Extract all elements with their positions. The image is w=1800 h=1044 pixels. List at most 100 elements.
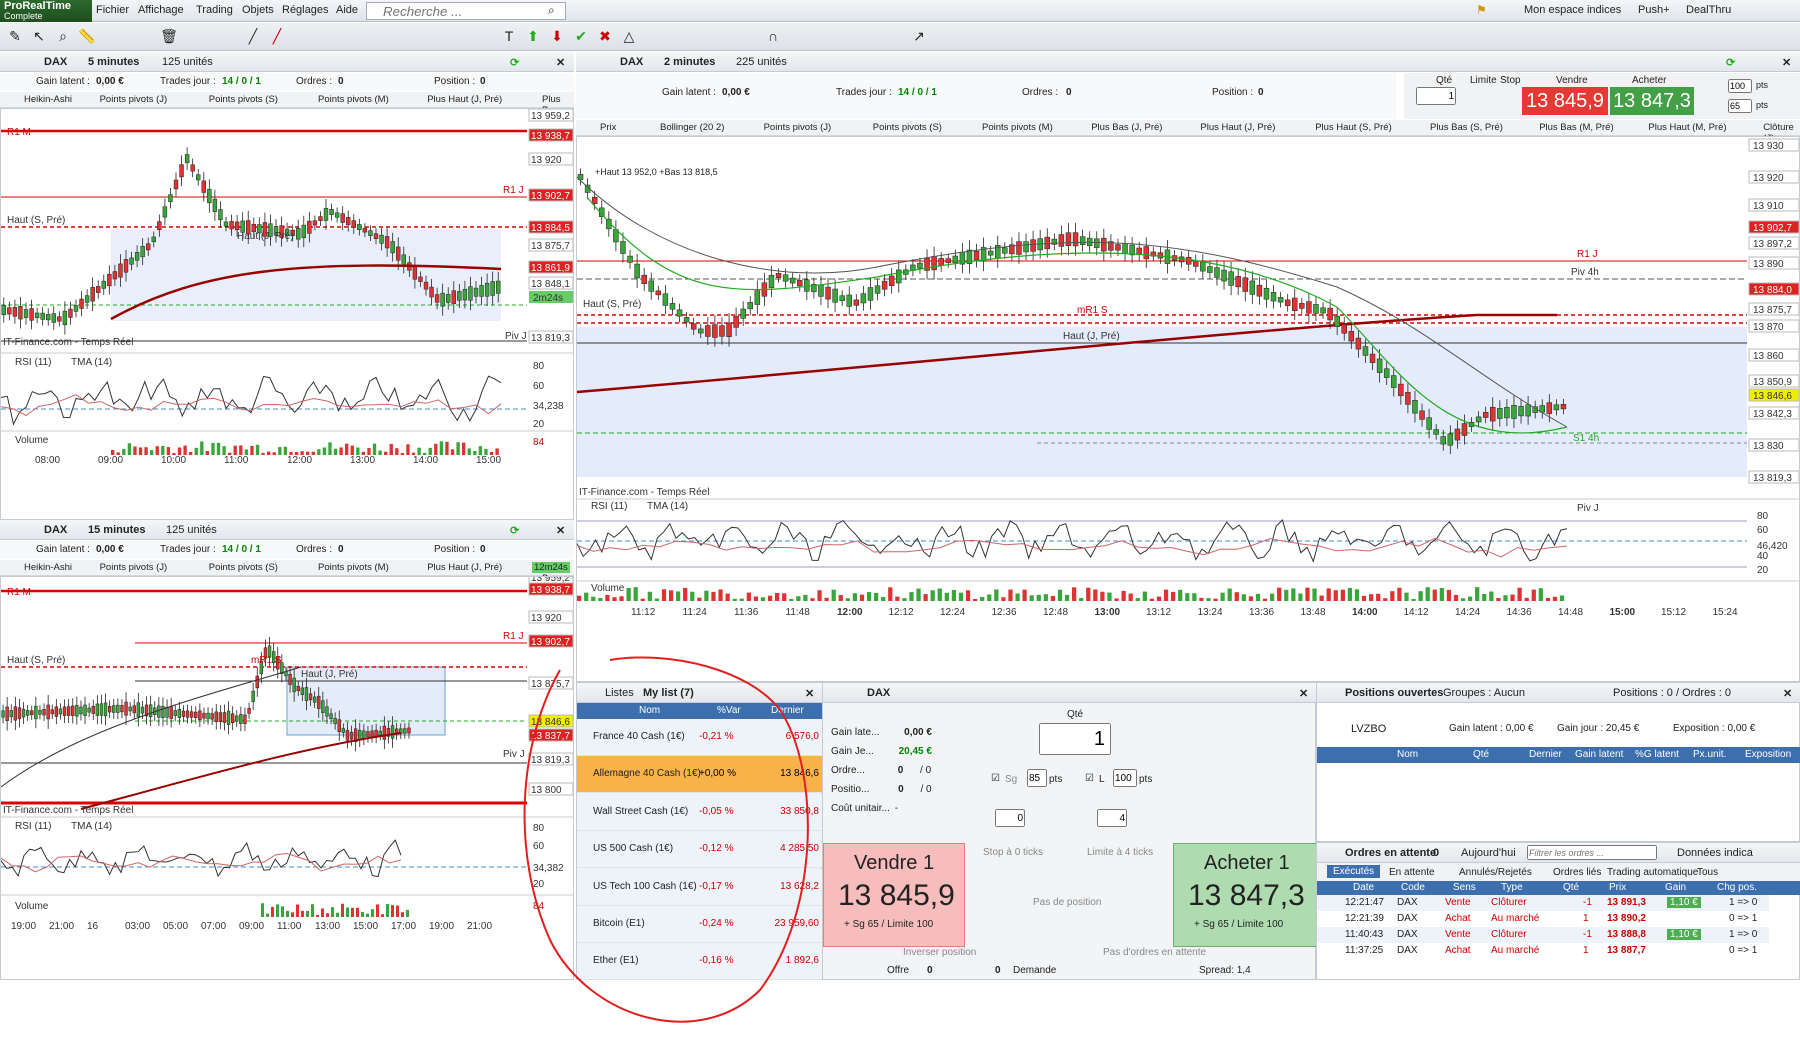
orders-tab[interactable]: Ordres liés xyxy=(1553,867,1601,878)
ticket-sell-button[interactable]: Vendre 1 13 845,9 + Sg 65 / Limite 100 xyxy=(823,843,965,947)
trash-icon[interactable]: 🗑 xyxy=(160,27,178,45)
stop-ticks-input[interactable] xyxy=(995,809,1025,827)
l-checkbox[interactable]: ☑ xyxy=(1085,773,1094,784)
limit-pts-input[interactable] xyxy=(1728,79,1752,93)
column-header[interactable]: Prix xyxy=(1609,882,1626,893)
orders-tab[interactable]: Trading automatique xyxy=(1607,867,1698,878)
price-chart[interactable]: R1 M R1 J Haut (S, Pré) Haut (J, Pré) Piv J I… xyxy=(0,108,574,520)
column-header[interactable]: Gain latent xyxy=(1575,749,1623,760)
invert-position-button[interactable]: Inverser position xyxy=(903,947,976,958)
menu-trading[interactable]: Trading xyxy=(196,4,233,16)
ticket-buy-button[interactable]: Acheter 1 13 847,3 + Sg 65 / Limite 100 xyxy=(1173,843,1317,947)
timeframe-select[interactable]: 2 minutes xyxy=(664,56,715,68)
cursor-icon[interactable]: ↖ xyxy=(30,27,48,45)
column-header[interactable]: Gain xyxy=(1665,882,1686,893)
check-icon[interactable]: ✔ xyxy=(572,27,590,45)
red-line-icon[interactable]: ╱ xyxy=(268,27,286,45)
mon-espace-button[interactable]: Mon espace indices xyxy=(1524,4,1621,16)
indicator-tag[interactable]: Plus Bas (S, Pré) xyxy=(1430,122,1503,133)
search-input[interactable] xyxy=(366,2,566,20)
column-header[interactable]: Nom xyxy=(1397,749,1418,760)
line-icon[interactable]: ╱ xyxy=(244,27,262,45)
column-header[interactable]: Px.unit. xyxy=(1693,749,1726,760)
l-input[interactable] xyxy=(1113,769,1137,787)
price-chart[interactable]: R1 M R1 J Haut (S, Pré) mR1 S Haut (J, Pré) P… xyxy=(0,576,574,980)
instrument-select[interactable]: DAX xyxy=(44,56,67,68)
search-icon[interactable]: ⌕ xyxy=(548,3,555,18)
indicator-tag[interactable]: Heikin-Ashi xyxy=(24,94,72,105)
menu-objets[interactable]: Objets xyxy=(242,4,274,16)
indicator-tag[interactable]: Plus Bas (M, Pré) xyxy=(1539,122,1613,133)
indicator-tag[interactable]: Prix xyxy=(600,122,616,133)
stop-pts-input[interactable] xyxy=(1728,99,1752,113)
close-icon[interactable]: ✕ xyxy=(1299,687,1308,700)
refresh-icon[interactable]: ⟳ xyxy=(510,56,519,69)
sg-checkbox[interactable]: ☑ xyxy=(991,773,1000,784)
column-header[interactable]: Chg pos. xyxy=(1717,882,1757,893)
order-row[interactable]: 11:40:43 DAX Vente Clôturer -1 13 888,8 1,10 €… xyxy=(1317,927,1769,943)
indicator-tag[interactable]: Points pivots (J) xyxy=(100,94,168,105)
push-button[interactable]: Push+ xyxy=(1638,4,1670,16)
indicator-tag[interactable]: Bollinger (20 2) xyxy=(660,122,724,133)
order-filter-input[interactable] xyxy=(1527,845,1657,860)
timeframe-select[interactable]: 15 minutes xyxy=(88,524,145,536)
ticket-qty-input[interactable] xyxy=(1039,723,1111,755)
sg-input[interactable] xyxy=(1027,769,1047,787)
column-header[interactable]: %G latent xyxy=(1635,749,1679,760)
column-header[interactable]: Qté xyxy=(1563,882,1579,893)
units-select[interactable]: 125 unités xyxy=(162,56,213,68)
refresh-icon[interactable]: ⟳ xyxy=(510,524,519,537)
indicator-tag[interactable]: Points pivots (J) xyxy=(764,122,832,133)
indicator-tag[interactable]: Points pivots (M) xyxy=(982,122,1053,133)
instrument-select[interactable]: DAX xyxy=(867,687,890,699)
column-header[interactable]: Sens xyxy=(1453,882,1476,893)
order-row[interactable]: 11:37:25 DAX Achat Au marché 1 13 887,7 0 => 1 xyxy=(1317,943,1769,959)
order-row[interactable]: 12:21:47 DAX Vente Clôturer -1 13 891,3 1,10 €… xyxy=(1317,895,1769,911)
indicator-tag[interactable]: Points pivots (S) xyxy=(209,562,278,573)
indicator-tag[interactable]: Points pivots (M) xyxy=(318,562,389,573)
menu-fichier[interactable]: Fichier xyxy=(96,4,129,16)
indicator-tag[interactable]: Heikin-Ashi xyxy=(24,562,72,573)
indicator-tag[interactable]: Plus Haut (S, Pré) xyxy=(1315,122,1392,133)
arrow-up-icon[interactable]: ⬆ xyxy=(524,27,542,45)
zoom-icon[interactable]: ⌕ xyxy=(54,27,72,45)
arrow-tool-icon[interactable]: ↗ xyxy=(910,27,928,45)
magnet-icon[interactable]: ∩ xyxy=(764,27,782,45)
column-header[interactable]: Exposition xyxy=(1745,749,1791,760)
instrument-select[interactable]: DAX xyxy=(44,524,67,536)
text-icon[interactable]: T xyxy=(500,27,518,45)
arrow-down-icon[interactable]: ⬇ xyxy=(548,27,566,45)
indicator-tag[interactable]: Plus Haut (M, Pré) xyxy=(1648,122,1726,133)
ruler-icon[interactable]: 📏 xyxy=(78,27,96,45)
indicator-tag[interactable]: Plus Haut (J, Pré) xyxy=(1200,122,1275,133)
units-select[interactable]: 125 unités xyxy=(166,524,217,536)
menu-aide[interactable]: Aide xyxy=(336,4,358,16)
indicator-tag[interactable]: Points pivots (S) xyxy=(873,122,942,133)
timeframe-select[interactable]: 5 minutes xyxy=(88,56,139,68)
close-icon[interactable]: ✕ xyxy=(556,524,565,537)
close-icon[interactable]: ✕ xyxy=(556,56,565,69)
menu-reglages[interactable]: Réglages xyxy=(282,4,328,16)
pencil-icon[interactable]: ✎ xyxy=(6,27,24,45)
indicator-tag[interactable]: Plus Bas (J, Pré) xyxy=(1091,122,1162,133)
groups-select[interactable]: Groupes : Aucun xyxy=(1443,687,1525,699)
price-chart[interactable]: +Haut 13 952,0 +Bas 13 818,5 R1 J Piv 4h Ha… xyxy=(576,136,1800,682)
orders-tab[interactable]: Exécutés xyxy=(1327,865,1381,878)
flag-icon[interactable]: ⚑ xyxy=(1476,3,1487,17)
close-icon[interactable]: ✕ xyxy=(1783,687,1792,700)
indicator-tag[interactable]: Points pivots (S) xyxy=(209,94,278,105)
cross-icon[interactable]: ✖ xyxy=(596,27,614,45)
sell-button[interactable]: 13 845,9 xyxy=(1522,87,1608,115)
indicator-tag[interactable]: Plus Haut (J, Pré) xyxy=(427,94,502,105)
orders-tab[interactable]: Tous xyxy=(1697,867,1718,878)
instrument-select[interactable]: DAX xyxy=(620,56,643,68)
column-header[interactable]: Date xyxy=(1353,882,1374,893)
buy-button[interactable]: 13 847,3 xyxy=(1610,87,1694,115)
dealthru-button[interactable]: DealThru xyxy=(1686,4,1731,16)
period-select[interactable]: Aujourd'hui xyxy=(1461,847,1516,859)
units-select[interactable]: 225 unités xyxy=(736,56,787,68)
menu-affichage[interactable]: Affichage xyxy=(138,4,184,16)
indicator-tag[interactable]: Points pivots (J) xyxy=(100,562,168,573)
column-header[interactable]: Dernier xyxy=(1529,749,1562,760)
indicator-tag[interactable]: Plus Haut (J, Pré) xyxy=(427,562,502,573)
